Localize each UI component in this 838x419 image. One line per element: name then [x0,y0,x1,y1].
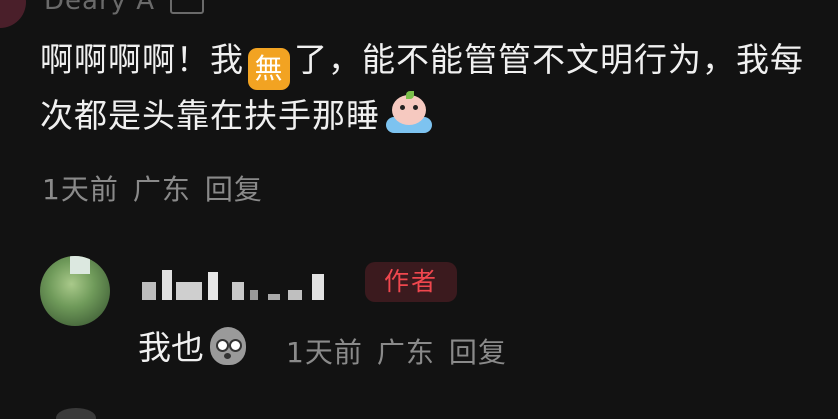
comment-location: 广东 [132,173,191,206]
reply-time: 1天前 [286,336,363,369]
top-comment-meta: 1天前 广东 回复 [42,168,277,208]
comment-text-part1: 啊啊啊啊！我 [40,40,244,79]
reply-text-content: 我也 [138,328,204,367]
wu-emoji-icon: 無 [248,48,290,90]
top-user-avatar[interactable] [0,0,26,28]
top-comment-text: 啊啊啊啊！我無了，能不能管管不文明行为，我每次都是头靠在扶手那睡 [40,34,820,142]
reply-location: 广东 [376,336,435,369]
top-username[interactable]: Deary A [44,0,205,16]
comment-thread: Deary A 啊啊啊啊！我無了，能不能管管不文明行为，我每次都是头靠在扶手那睡… [0,0,838,419]
reply-button[interactable]: 回复 [205,173,263,206]
reply-reply-button[interactable]: 回复 [449,336,507,369]
crying-emoji-icon [384,91,434,135]
reply-user-avatar[interactable] [40,256,110,326]
next-comment-avatar [56,408,96,419]
reply-comment-text: 我也 [138,322,250,374]
comment-time: 1天前 [42,173,119,206]
reply-username-blurred[interactable] [140,268,350,304]
top-username-text: Deary A [44,0,156,16]
image-icon [170,0,205,14]
reply-comment-meta: 1天前 广东 回复 [286,331,521,371]
shocked-emoji-icon [206,323,250,367]
author-badge: 作者 [365,262,457,302]
